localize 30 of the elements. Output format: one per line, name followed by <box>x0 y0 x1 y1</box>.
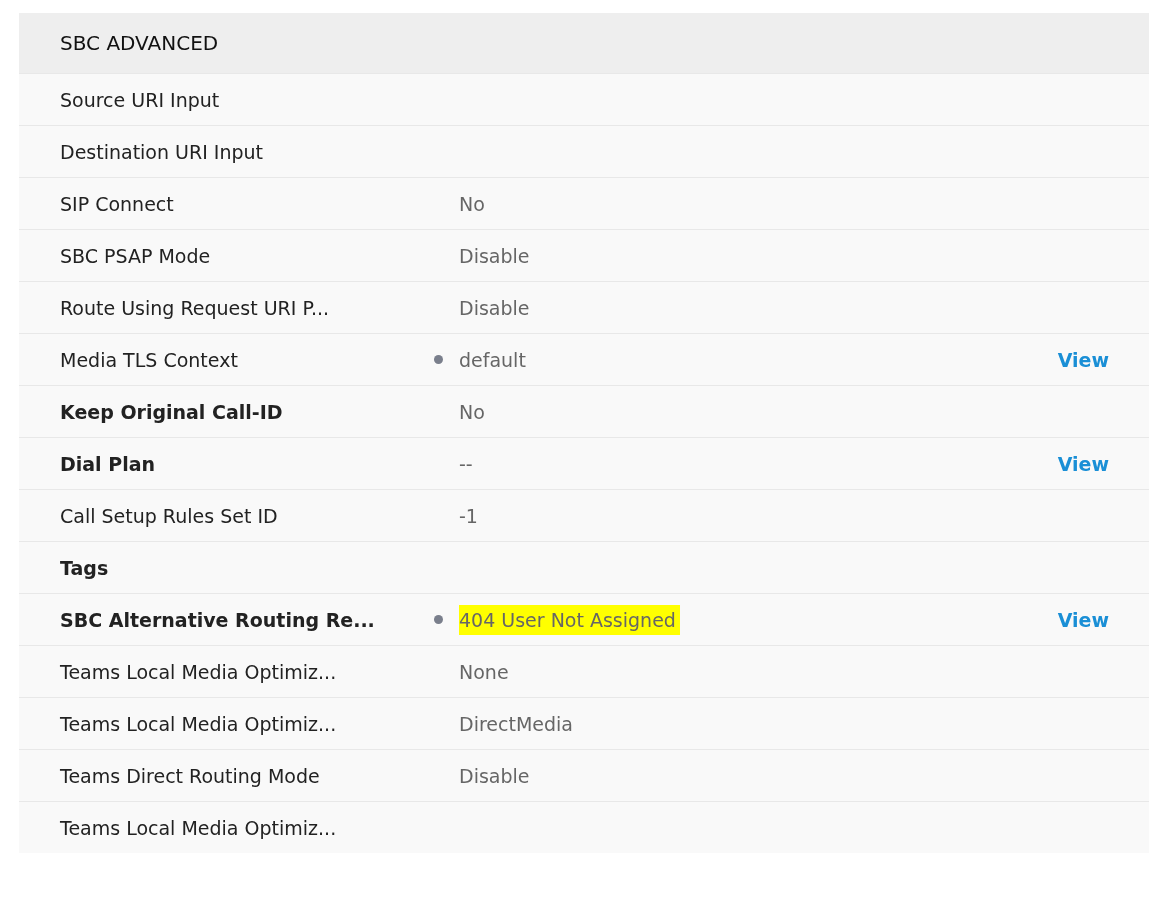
field-value: 404 User Not Assigned <box>459 604 680 635</box>
field-label: Tags <box>60 556 110 579</box>
view-link[interactable]: View <box>1057 452 1109 475</box>
field-label: Keep Original Call-ID <box>60 400 284 423</box>
field-value: None <box>459 659 510 685</box>
field-value: default <box>459 347 527 373</box>
field-value: -1 <box>459 503 479 529</box>
field-value: Disable <box>459 295 531 321</box>
field-label: Teams Local Media Optimiz... <box>60 660 338 683</box>
field-label: Source URI Input <box>60 88 221 111</box>
field-label: SBC PSAP Mode <box>60 244 212 267</box>
field-value: -- <box>459 451 474 477</box>
view-link[interactable]: View <box>1057 608 1109 631</box>
field-label: Dial Plan <box>60 452 157 475</box>
view-link[interactable]: View <box>1057 348 1109 371</box>
section-title: SBC ADVANCED <box>60 31 219 55</box>
field-label: Route Using Request URI P... <box>60 296 330 319</box>
field-label: Call Setup Rules Set ID <box>60 504 279 527</box>
field-label: Media TLS Context <box>60 348 239 371</box>
field-label: Teams Local Media Optimiz... <box>60 816 338 839</box>
field-value: No <box>459 191 486 217</box>
field-label: SIP Connect <box>60 192 175 215</box>
field-label: Teams Local Media Optimiz... <box>60 712 338 735</box>
field-value: No <box>459 399 486 425</box>
field-value: Disable <box>459 243 531 269</box>
field-value: Disable <box>459 763 531 789</box>
field-label: SBC Alternative Routing Re... <box>60 608 376 631</box>
field-label: Teams Direct Routing Mode <box>60 764 321 787</box>
field-value: DirectMedia <box>459 711 574 737</box>
field-label: Destination URI Input <box>60 140 265 163</box>
